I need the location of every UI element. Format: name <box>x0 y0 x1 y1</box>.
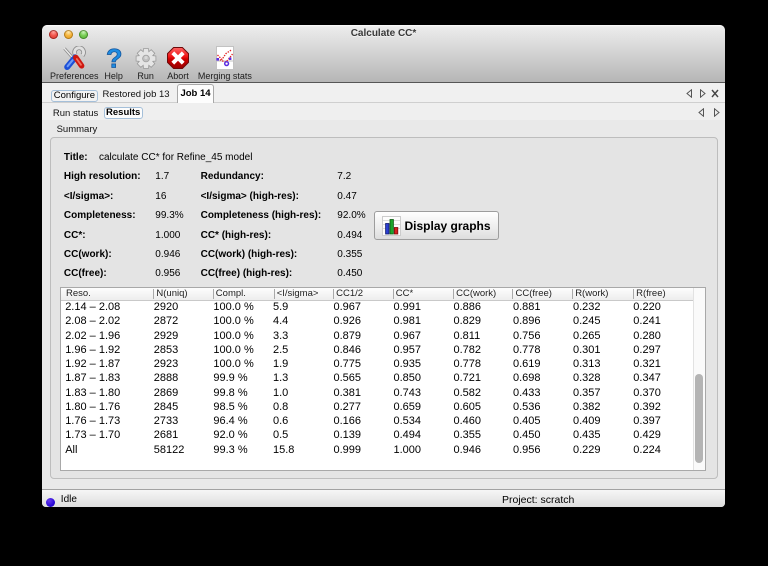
svg-text:?: ? <box>106 46 123 70</box>
